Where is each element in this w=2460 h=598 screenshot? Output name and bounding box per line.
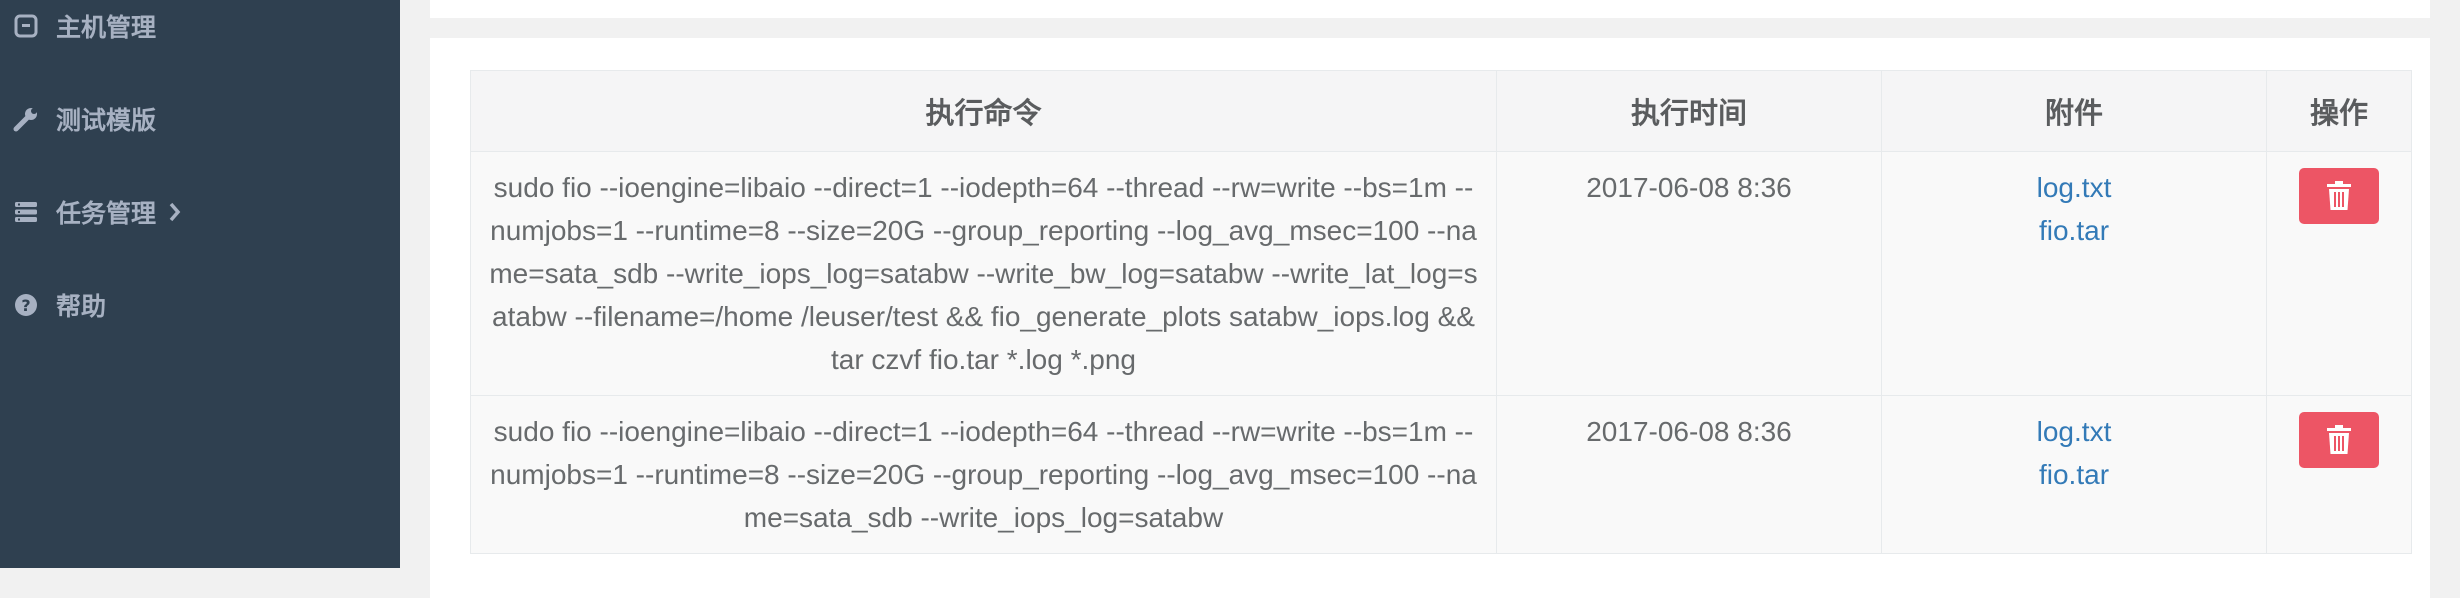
command-cell: sudo fio --ioengine=libaio --direct=1 --… xyxy=(470,395,1497,554)
host-icon xyxy=(8,8,44,44)
help-icon: ? xyxy=(8,287,44,323)
task-table: 执行命令 执行时间 附件 操作 sudo fio --ioengine=liba… xyxy=(470,70,2412,554)
task-panel: 执行命令 执行时间 附件 操作 sudo fio --ioengine=liba… xyxy=(430,38,2430,598)
time-cell: 2017-06-08 8:36 xyxy=(1496,395,1882,554)
table-row: sudo fio --ioengine=libaio --direct=1 --… xyxy=(470,151,2412,396)
attachments-cell: log.txt fio.tar xyxy=(1881,395,2267,554)
sidebar-item-templates[interactable]: 测试模版 xyxy=(0,89,156,149)
list-icon xyxy=(8,194,44,230)
time-cell: 2017-06-08 8:36 xyxy=(1496,151,1882,396)
actions-cell xyxy=(2266,395,2412,554)
attachment-link-tar[interactable]: fio.tar xyxy=(1900,209,2248,252)
attachments-cell: log.txt fio.tar xyxy=(1881,151,2267,396)
column-header-command: 执行命令 xyxy=(470,70,1497,152)
trash-icon xyxy=(2327,425,2351,454)
top-panel xyxy=(430,0,2430,18)
sidebar-item-label: 测试模版 xyxy=(56,107,157,135)
sidebar-item-tasks[interactable]: 任务管理 xyxy=(0,182,182,242)
column-header-time: 执行时间 xyxy=(1496,70,1882,152)
main-content: 执行命令 执行时间 附件 操作 sudo fio --ioengine=liba… xyxy=(400,0,2460,598)
table-header-row: 执行命令 执行时间 附件 操作 xyxy=(470,70,2412,152)
sidebar-item-help[interactable]: ? 帮助 xyxy=(0,275,106,335)
command-cell: sudo fio --ioengine=libaio --direct=1 --… xyxy=(470,151,1497,396)
sidebar-item-label: 帮助 xyxy=(56,293,107,321)
sidebar-item-label: 主机管理 xyxy=(56,14,157,42)
column-header-attachments: 附件 xyxy=(1881,70,2267,152)
table-row: sudo fio --ioengine=libaio --direct=1 --… xyxy=(470,395,2412,554)
trash-icon xyxy=(2327,181,2351,210)
wrench-icon xyxy=(8,101,44,137)
delete-button[interactable] xyxy=(2299,412,2379,468)
attachment-link-tar[interactable]: fio.tar xyxy=(1900,453,2248,496)
delete-button[interactable] xyxy=(2299,168,2379,224)
attachment-link-log[interactable]: log.txt xyxy=(1900,166,2248,209)
sidebar-item-hosts[interactable]: 主机管理 xyxy=(0,0,156,56)
sidebar-item-label: 任务管理 xyxy=(56,200,157,228)
svg-text:?: ? xyxy=(21,296,30,315)
attachment-link-log[interactable]: log.txt xyxy=(1900,410,2248,453)
actions-cell xyxy=(2266,151,2412,396)
chevron-right-icon xyxy=(168,201,182,223)
sidebar: 主机管理 测试模版 任务管理 ? 帮助 xyxy=(0,0,400,568)
column-header-actions: 操作 xyxy=(2266,70,2412,152)
